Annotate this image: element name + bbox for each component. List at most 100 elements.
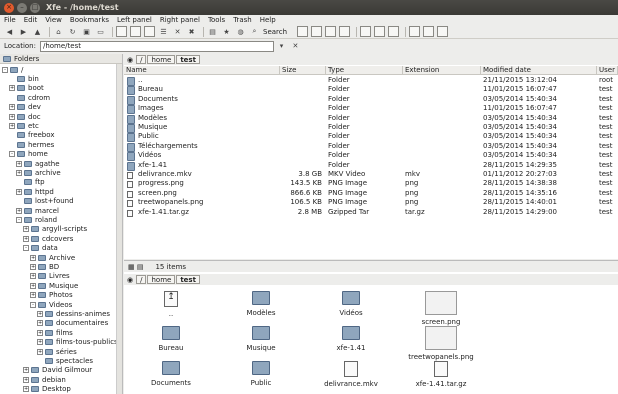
column-header-modified-date[interactable]: Modified date xyxy=(481,66,597,75)
tree-item[interactable]: spectacles xyxy=(37,356,93,365)
paste-icon[interactable] xyxy=(144,26,155,37)
archive-icon[interactable]: ◍ xyxy=(235,26,246,37)
menu-item-bookmarks[interactable]: Bookmarks xyxy=(70,16,109,24)
icon-item[interactable]: delivrance.mkv xyxy=(316,361,386,388)
tree-item[interactable]: freebox xyxy=(9,131,54,140)
file-row[interactable]: Documents Folder 03/05/2014 15:40:34 test xyxy=(124,95,618,105)
copy-icon[interactable] xyxy=(116,26,127,37)
properties-icon[interactable]: ☰ xyxy=(158,26,169,37)
tree-item[interactable]: + films xyxy=(37,328,73,337)
tree-panel-icon[interactable] xyxy=(311,26,323,37)
menu-item-view[interactable]: View xyxy=(45,16,62,24)
icon-item[interactable]: xfe-1.41.tar.gz xyxy=(406,361,476,388)
icon-item[interactable]: Musique xyxy=(226,326,296,352)
one-panel-icon[interactable] xyxy=(297,26,309,37)
expand-icon[interactable]: + xyxy=(23,235,29,242)
file-row[interactable]: screen.png 866.6 KB PNG Image png 28/11/2015… xyxy=(124,189,618,198)
icon-item[interactable]: Public xyxy=(226,361,296,387)
tree-item[interactable]: + Musique xyxy=(30,281,78,290)
file-row[interactable]: Bureau Folder 11/01/2015 16:07:47 test xyxy=(124,85,618,96)
tree-item[interactable]: - data xyxy=(23,244,58,253)
collapse-icon[interactable]: - xyxy=(30,301,36,308)
expand-icon[interactable]: + xyxy=(30,282,36,289)
up-icon[interactable]: ▲ xyxy=(32,26,43,37)
file-row[interactable]: Vidéos Folder 03/05/2014 15:40:34 test xyxy=(124,151,618,162)
bookmark-icon[interactable]: ★ xyxy=(221,26,232,37)
menu-item-file[interactable]: File xyxy=(4,16,16,24)
collapse-icon[interactable]: - xyxy=(16,216,22,223)
icon-item[interactable]: Modèles xyxy=(226,291,296,317)
expand-icon[interactable]: + xyxy=(16,160,22,167)
collapse-icon[interactable]: - xyxy=(2,66,8,73)
tree-item[interactable]: + debian xyxy=(23,375,66,384)
list-view-icon[interactable] xyxy=(437,26,449,37)
column-header-size[interactable]: Size xyxy=(280,66,326,75)
tree-item[interactable]: + argyll-scripts xyxy=(23,225,87,234)
expand-icon[interactable]: + xyxy=(9,113,15,120)
file-row[interactable]: Images Folder 11/01/2015 16:07:47 test xyxy=(124,104,618,115)
expand-icon[interactable]: + xyxy=(30,254,36,261)
collapse-icon[interactable]: - xyxy=(23,245,29,252)
clear-location-icon[interactable]: ✕ xyxy=(290,41,301,52)
file-row[interactable]: Public Folder 03/05/2014 15:40:34 test xyxy=(124,132,618,143)
tree-item[interactable]: lost+found xyxy=(16,197,74,206)
small-icons-view-icon[interactable] xyxy=(374,26,386,37)
expand-icon[interactable]: + xyxy=(37,320,43,327)
file-row[interactable]: treetwopanels.png 106.5 KB PNG Image png 28/… xyxy=(124,198,618,208)
tree-item[interactable]: + httpd xyxy=(16,187,54,196)
tree-item[interactable]: + etc xyxy=(9,121,39,130)
menu-item-edit[interactable]: Edit xyxy=(24,16,38,24)
icon-item[interactable]: Vidéos xyxy=(316,291,386,317)
tree-item[interactable]: + David Gilmour xyxy=(23,366,92,375)
tree-item[interactable]: + Livres xyxy=(30,272,70,281)
expand-icon[interactable]: + xyxy=(9,85,15,92)
breadcrumb-button[interactable]: home xyxy=(147,275,176,284)
tree-item[interactable]: + boot xyxy=(9,84,44,93)
tree-item[interactable]: ftp xyxy=(16,178,45,187)
search-button[interactable]: Search xyxy=(263,28,287,36)
cut-icon[interactable] xyxy=(130,26,141,37)
search-icon[interactable]: ⌕ xyxy=(249,26,260,37)
icon-item[interactable]: screen.png xyxy=(406,291,476,326)
file-row[interactable]: Téléchargements Folder 03/05/2014 15:40:34… xyxy=(124,142,618,152)
tree-item[interactable]: - roland xyxy=(16,215,57,224)
big-icons-view-icon[interactable] xyxy=(360,26,372,37)
expand-icon[interactable]: + xyxy=(30,292,36,299)
file-row[interactable]: Musique Folder 03/05/2014 15:40:34 test xyxy=(124,123,618,133)
tree-item[interactable]: + films-tous-publics xyxy=(37,338,118,347)
icon-item[interactable]: Bureau xyxy=(136,326,206,352)
tree-item[interactable]: - home xyxy=(9,150,48,159)
expand-icon[interactable]: + xyxy=(16,169,22,176)
trash-icon[interactable]: ✕ xyxy=(172,26,183,37)
delete-icon[interactable]: ✖ xyxy=(186,26,197,37)
folder-icon[interactable]: ▤ xyxy=(207,26,218,37)
menu-item-tools[interactable]: Tools xyxy=(208,16,225,24)
location-input[interactable]: /home/test xyxy=(39,40,274,52)
file-row[interactable]: delivrance.mkv 3.8 GB MKV Video mkv 01/11/20… xyxy=(124,170,618,179)
tree-item[interactable]: + Photos xyxy=(30,291,73,300)
column-header-name[interactable]: Name xyxy=(124,66,280,75)
file-row[interactable]: progress.png 143.5 KB PNG Image png 28/11/20… xyxy=(124,179,618,189)
tree-item[interactable]: + agathe xyxy=(16,159,60,168)
home-icon[interactable]: ⌂ xyxy=(53,26,64,37)
expand-icon[interactable]: + xyxy=(23,367,29,374)
expand-icon[interactable]: + xyxy=(37,348,43,355)
terminal-icon[interactable]: ▭ xyxy=(95,26,106,37)
tree-item[interactable]: + Archive xyxy=(30,253,75,262)
forward-icon[interactable]: ▶ xyxy=(18,26,29,37)
column-header-extension[interactable]: Extension xyxy=(403,66,481,75)
detailed-view-icon[interactable] xyxy=(388,26,400,37)
tree-item[interactable]: + marcel xyxy=(16,206,59,215)
tree-item[interactable]: + documentaires xyxy=(37,319,108,328)
tree-item[interactable]: hermes xyxy=(9,140,54,149)
tree-item[interactable]: + dev xyxy=(9,103,41,112)
tree-item[interactable]: + séries xyxy=(37,347,77,356)
back-icon[interactable]: ◀ xyxy=(4,26,15,37)
icon-item[interactable]: treetwopanels.png xyxy=(406,326,476,361)
file-row[interactable]: .. Folder 21/11/2015 13:12:04 root xyxy=(124,76,618,86)
column-header-type[interactable]: Type xyxy=(326,66,403,75)
file-row[interactable]: Modèles Folder 03/05/2014 15:40:34 test xyxy=(124,114,618,124)
expand-icon[interactable]: + xyxy=(23,226,29,233)
tree-item[interactable]: + doc xyxy=(9,112,41,121)
maximize-window-button[interactable]: □ xyxy=(30,2,40,13)
